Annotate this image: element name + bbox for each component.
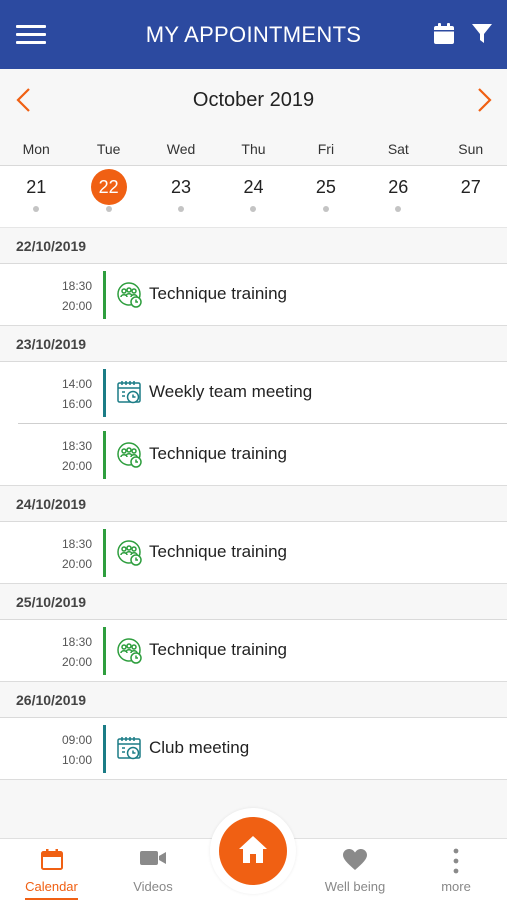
tab-more[interactable]: more (405, 839, 507, 900)
tab-label: Well being (324, 879, 386, 894)
day-number: 27 (460, 177, 481, 197)
calendar-icon[interactable] (432, 22, 456, 46)
end-time: 20:00 (61, 557, 92, 571)
month-navigator: October 2019 (0, 69, 507, 131)
day-number: 25 (315, 177, 336, 197)
start-time: 14:00 (61, 377, 92, 391)
training-icon (116, 637, 144, 665)
date-header: 25/10/2019 (0, 584, 507, 620)
more-vertical-icon (453, 848, 459, 874)
category-color-bar (103, 369, 106, 417)
category-color-bar (103, 529, 106, 577)
heart-icon (343, 849, 367, 870)
appointment-item[interactable]: 09:00 10:00 Club meeting (0, 718, 507, 780)
appointment-title: Club meeting (149, 738, 250, 757)
day-number: 23 (171, 177, 192, 197)
appointment-item[interactable]: 18:30 20:00 Technique training (0, 264, 507, 326)
tab-label: more (441, 879, 471, 894)
category-color-bar (103, 725, 106, 773)
weekday-label: Mon (22, 141, 50, 157)
day-cell[interactable]: 26 (362, 166, 434, 227)
category-color-bar (103, 271, 106, 319)
date-header: 26/10/2019 (0, 682, 507, 718)
week-strip: 21 22 23 24 25 26 27 (0, 166, 507, 228)
weekday-label: Fri (317, 141, 335, 157)
day-cell[interactable]: 21 (0, 166, 72, 227)
appointment-item[interactable]: 18:30 20:00 Technique training (0, 620, 507, 682)
home-icon (239, 836, 267, 863)
weekday-header: Mon Tue Wed Thu Fri Sat Sun (0, 131, 507, 166)
appointment-title: Technique training (149, 640, 287, 659)
chevron-right-icon[interactable] (474, 87, 494, 113)
weekday-label: Tue (96, 141, 121, 157)
tab-well-being[interactable]: Well being (305, 839, 405, 900)
day-number: 22 (90, 169, 127, 205)
appointment-title: Technique training (149, 284, 287, 303)
appointment-item[interactable]: 14:00 16:00 Weekly team meeting (0, 362, 507, 424)
appointment-list[interactable]: 22/10/2019 18:30 20:00 Technique training 23… (0, 228, 507, 838)
end-time: 16:00 (61, 397, 92, 411)
home-button[interactable] (210, 808, 296, 894)
appointment-times: 18:30 20:00 (40, 632, 92, 672)
weekday-label: Sun (458, 141, 484, 157)
end-time: 20:00 (61, 299, 92, 313)
tab-label: Videos (133, 879, 173, 894)
appointment-item[interactable]: 18:30 20:00 Technique training (0, 522, 507, 584)
appointment-times: 18:30 20:00 (40, 276, 92, 316)
training-icon (116, 281, 144, 309)
training-icon (116, 539, 144, 567)
appointment-title: Weekly team meeting (149, 382, 313, 401)
end-time: 20:00 (61, 459, 92, 473)
end-time: 20:00 (61, 655, 92, 669)
tab-label: Calendar (25, 879, 78, 894)
appointment-times: 09:00 10:00 (40, 730, 92, 770)
start-time: 18:30 (61, 439, 92, 453)
date-header: 24/10/2019 (0, 486, 507, 522)
category-color-bar (103, 627, 106, 675)
day-number: 21 (26, 177, 47, 197)
start-time: 09:00 (61, 733, 92, 747)
day-number: 26 (388, 177, 409, 197)
appointment-item[interactable]: 18:30 20:00 Technique training (0, 424, 507, 486)
event-dot (178, 206, 185, 212)
filter-icon[interactable] (471, 23, 493, 45)
weekday-label: Sat (387, 141, 409, 157)
event-dot (395, 206, 402, 212)
training-icon (116, 441, 144, 469)
appointment-times: 18:30 20:00 (40, 436, 92, 476)
meeting-calendar-icon (116, 379, 144, 407)
day-cell[interactable]: 22 (72, 166, 144, 227)
calendar-icon (40, 849, 63, 870)
appointment-title: Technique training (149, 444, 287, 463)
month-label: October 2019 (192, 89, 315, 111)
day-cell[interactable]: 25 (290, 166, 362, 227)
weekday-label: Wed (166, 141, 196, 157)
appointment-title: Technique training (149, 542, 287, 561)
category-color-bar (103, 431, 106, 479)
day-cell[interactable]: 23 (145, 166, 217, 227)
hamburger-icon[interactable] (16, 25, 46, 45)
tab-calendar[interactable]: Calendar (0, 839, 103, 900)
day-cell[interactable]: 27 (435, 166, 507, 227)
event-dot (322, 206, 329, 212)
weekday-label: Thu (241, 141, 266, 157)
start-time: 18:30 (61, 635, 92, 649)
date-header: 22/10/2019 (0, 228, 507, 264)
event-dot (105, 206, 112, 212)
start-time: 18:30 (61, 537, 92, 551)
tab-videos[interactable]: Videos (103, 839, 203, 900)
appointment-times: 14:00 16:00 (40, 374, 92, 414)
date-header: 23/10/2019 (0, 326, 507, 362)
app-header: MY APPOINTMENTS (0, 0, 507, 69)
end-time: 10:00 (61, 753, 92, 767)
event-dot (33, 206, 40, 212)
event-dot (250, 206, 257, 212)
day-cell[interactable]: 24 (217, 166, 289, 227)
page-title: MY APPOINTMENTS (145, 21, 362, 47)
day-number: 24 (243, 177, 264, 197)
appointment-times: 18:30 20:00 (40, 534, 92, 574)
video-camera-icon (140, 851, 166, 865)
meeting-calendar-icon (116, 735, 144, 763)
start-time: 18:30 (61, 279, 92, 293)
